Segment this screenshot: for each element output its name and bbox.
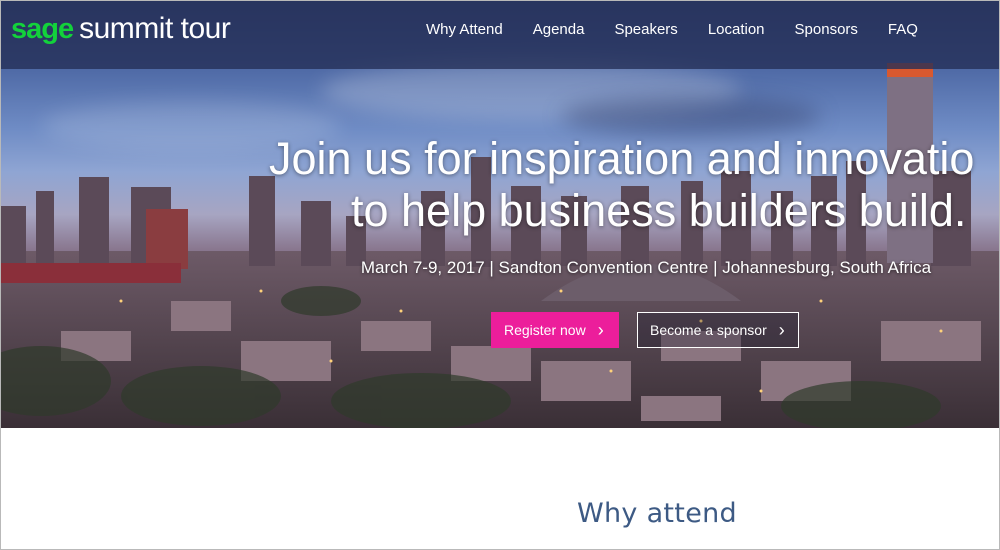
sage-summit-tour-logo[interactable]: sage summit tour	[11, 12, 231, 52]
main-menu: Why Attend Agenda Speakers Location Spon…	[411, 21, 933, 38]
top-navigation-bar: sage summit tour Why Attend Agenda Speak…	[1, 1, 999, 69]
nav-location[interactable]: Location	[693, 21, 780, 38]
hero-headline: Join us for inspiration and innovatio to…	[251, 133, 999, 237]
nav-why-attend[interactable]: Why Attend	[411, 21, 518, 38]
nav-faq[interactable]: FAQ	[873, 21, 933, 38]
chevron-right-icon: ›	[597, 320, 604, 340]
brand-name: sage	[11, 13, 74, 45]
register-now-button[interactable]: Register now ›	[491, 312, 619, 348]
why-attend-heading: Why attend	[577, 498, 737, 529]
become-a-sponsor-label: Become a sponsor	[650, 322, 767, 338]
hero-headline-line-1: Join us for inspiration and innovatio	[269, 133, 975, 184]
product-name: summit tour	[79, 12, 231, 45]
hero-headline-line-2: to help business builders build.	[351, 185, 967, 236]
nav-speakers[interactable]: Speakers	[599, 21, 692, 38]
hero-banner: sage summit tour Why Attend Agenda Speak…	[1, 1, 999, 428]
register-now-label: Register now	[504, 322, 586, 338]
event-details: March 7-9, 2017 | Sandton Convention Cen…	[360, 258, 932, 277]
nav-sponsors[interactable]: Sponsors	[780, 21, 873, 38]
chevron-right-icon: ›	[778, 320, 785, 340]
nav-agenda[interactable]: Agenda	[518, 21, 600, 38]
page-frame: sage summit tour Why Attend Agenda Speak…	[0, 0, 1000, 550]
become-a-sponsor-button[interactable]: Become a sponsor ›	[637, 312, 799, 348]
